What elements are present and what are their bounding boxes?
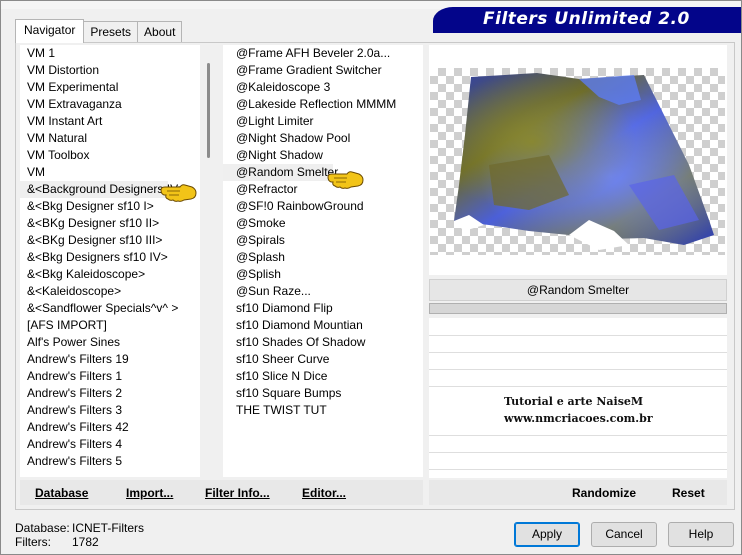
filters-count: 1782 <box>72 535 99 549</box>
database-value: ICNET-Filters <box>72 521 144 535</box>
list-item[interactable]: [AFS IMPORT] <box>20 317 200 334</box>
filters-label: Filters: <box>15 535 51 549</box>
import-button[interactable]: Import... <box>126 486 173 500</box>
parameter-area: Tutorial e arte NaiseM www.nmcriacoes.co… <box>429 318 727 478</box>
divider <box>429 335 727 336</box>
list-item[interactable]: @Night Shadow Pool <box>223 130 423 147</box>
list-item[interactable]: Andrew's Filters 2 <box>20 385 200 402</box>
list-item[interactable]: VM Toolbox <box>20 147 200 164</box>
list-item-selected[interactable]: @Random Smelter <box>223 164 338 181</box>
list-item[interactable]: VM Experimental <box>20 79 200 96</box>
list-item[interactable]: @Light Limiter <box>223 113 423 130</box>
pointing-hand-icon <box>160 184 197 202</box>
bottom-left-toolbar: Database Import... Filter Info... Editor… <box>20 480 423 505</box>
list-item[interactable]: &<Bkg Designers sf10 IV> <box>20 249 200 266</box>
list-item[interactable]: sf10 Diamond Flip <box>223 300 423 317</box>
divider <box>429 469 727 470</box>
divider <box>429 435 727 436</box>
list-item[interactable]: sf10 Square Bumps <box>223 385 423 402</box>
reset-button[interactable]: Reset <box>672 486 705 500</box>
tab-about[interactable]: About <box>137 21 183 43</box>
list-item[interactable]: @Spirals <box>223 232 423 249</box>
list-item[interactable]: &<Sandflower Specials^v^ > <box>20 300 200 317</box>
tab-bar: Navigator Presets About <box>15 19 183 43</box>
preview-image <box>454 73 714 250</box>
filters-info: Filters: 1782 <box>15 535 99 549</box>
scrollbar-thumb[interactable] <box>207 63 210 158</box>
editor-button[interactable]: Editor... <box>302 486 346 500</box>
divider <box>429 386 727 387</box>
pointing-hand-icon <box>327 171 364 189</box>
list-item[interactable]: &<BKg Designer sf10 II> <box>20 215 200 232</box>
category-scrollbar[interactable] <box>200 45 217 477</box>
preview-pane <box>429 45 727 275</box>
database-button[interactable]: Database <box>35 486 88 500</box>
filter-info-button[interactable]: Filter Info... <box>205 486 270 500</box>
list-item[interactable]: @Refractor <box>223 181 423 198</box>
filters-unlimited-window: Filters Unlimited 2.0 Navigator Presets … <box>0 0 742 555</box>
list-item[interactable]: Andrew's Filters 3 <box>20 402 200 419</box>
list-item[interactable]: VM Distortion <box>20 62 200 79</box>
list-item[interactable]: THE TWIST TUT <box>223 402 423 419</box>
list-item[interactable]: @Splash <box>223 249 423 266</box>
divider <box>429 352 727 353</box>
list-item[interactable]: sf10 Sheer Curve <box>223 351 423 368</box>
list-item[interactable]: @Splish <box>223 266 423 283</box>
filter-list[interactable]: @Frame AFH Beveler 2.0a... @Frame Gradie… <box>223 45 423 477</box>
list-item[interactable]: @Smoke <box>223 215 423 232</box>
list-item[interactable]: VM Natural <box>20 130 200 147</box>
list-item[interactable]: @Sun Raze... <box>223 283 423 300</box>
bottom-right-toolbar: Randomize Reset <box>429 480 727 505</box>
list-item[interactable]: VM Extravaganza <box>20 96 200 113</box>
list-item[interactable]: VM Instant Art <box>20 113 200 130</box>
credit-url: www.nmcriacoes.com.br <box>504 412 653 425</box>
list-item[interactable]: &<BKg Designer sf10 III> <box>20 232 200 249</box>
app-banner: Filters Unlimited 2.0 <box>433 7 741 33</box>
list-item[interactable]: sf10 Shades Of Shadow <box>223 334 423 351</box>
list-item-selected[interactable]: &<Background Designers IV> <box>20 181 185 198</box>
list-item[interactable]: @Frame Gradient Switcher <box>223 62 423 79</box>
divider <box>429 369 727 370</box>
database-label: Database: <box>15 521 70 535</box>
selected-filter-name: @Random Smelter <box>429 279 727 301</box>
list-item[interactable]: Andrew's Filters 42 <box>20 419 200 436</box>
list-item[interactable]: Andrew's Filters 4 <box>20 436 200 453</box>
tab-presets[interactable]: Presets <box>83 21 139 43</box>
list-item[interactable]: &<Bkg Kaleidoscope> <box>20 266 200 283</box>
category-list[interactable]: VM 1 VM Distortion VM Experimental VM Ex… <box>20 45 200 477</box>
list-item[interactable]: sf10 Diamond Mountian <box>223 317 423 334</box>
list-item[interactable]: sf10 Slice N Dice <box>223 368 423 385</box>
list-item[interactable]: VM <box>20 164 200 181</box>
list-item[interactable]: Andrew's Filters 1 <box>20 368 200 385</box>
list-item[interactable]: @Lakeside Reflection MMMM <box>223 96 423 113</box>
list-item[interactable]: &<Kaleidoscope> <box>20 283 200 300</box>
list-item[interactable]: Alf's Power Sines <box>20 334 200 351</box>
help-button[interactable]: Help <box>668 522 734 547</box>
cancel-button[interactable]: Cancel <box>591 522 657 547</box>
list-item[interactable]: @SF!0 RainbowGround <box>223 198 423 215</box>
list-item[interactable]: Andrew's Filters 5 <box>20 453 200 470</box>
list-item[interactable]: @Frame AFH Beveler 2.0a... <box>223 45 423 62</box>
list-item[interactable]: VM 1 <box>20 45 200 62</box>
list-item[interactable]: @Kaleidoscope 3 <box>223 79 423 96</box>
divider <box>429 452 727 453</box>
parameter-slider[interactable] <box>429 303 727 314</box>
list-item[interactable]: @Night Shadow <box>223 147 423 164</box>
randomize-button[interactable]: Randomize <box>572 486 636 500</box>
apply-button[interactable]: Apply <box>514 522 580 547</box>
credit-text: Tutorial e arte NaiseM <box>504 395 644 408</box>
app-title: Filters Unlimited 2.0 <box>483 9 690 29</box>
tab-navigator[interactable]: Navigator <box>15 19 85 43</box>
list-item[interactable]: Andrew's Filters 19 <box>20 351 200 368</box>
database-info: Database: ICNET-Filters <box>15 521 144 535</box>
